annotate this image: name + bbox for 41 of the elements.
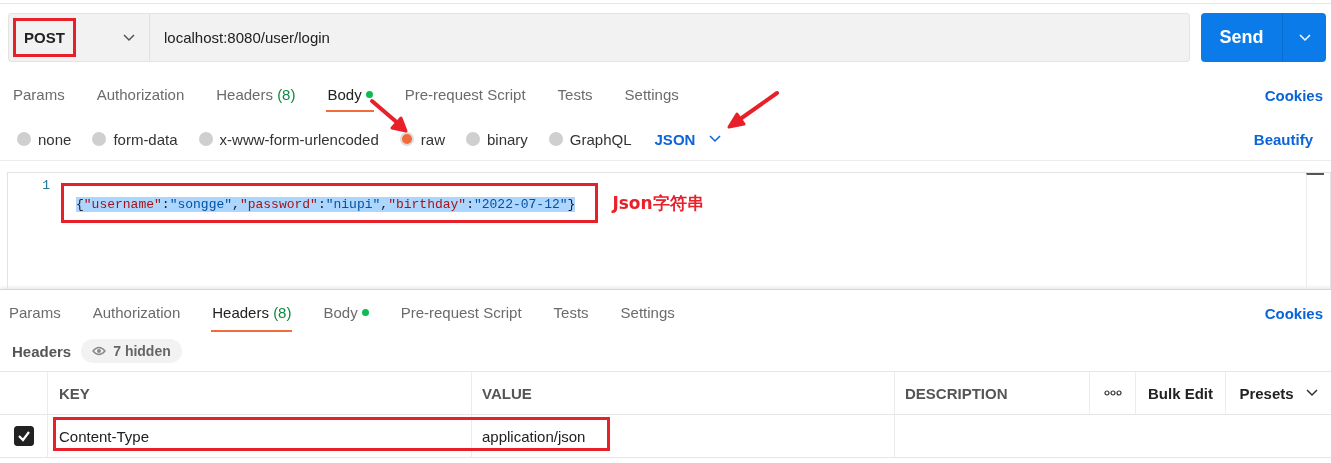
code-editor[interactable]: 1 {"username":"songge","password":"niupi","birthday":"2022-07-12"} Json字符串 bbox=[7, 172, 1331, 289]
presets-dropdown[interactable]: Presets bbox=[1239, 384, 1318, 402]
request-tab[interactable]: Body bbox=[326, 78, 374, 112]
method-dropdown[interactable]: POST bbox=[8, 13, 150, 62]
tab-count: (8) bbox=[277, 85, 296, 103]
headers-tab[interactable]: Authorization bbox=[91, 295, 182, 332]
headers-tab[interactable]: Body bbox=[322, 295, 370, 332]
request-tab[interactable]: Tests bbox=[556, 78, 594, 112]
column-header: KEY bbox=[48, 372, 472, 414]
headers-tab[interactable]: Headers (8) bbox=[211, 295, 293, 332]
request-tab[interactable]: Pre-request Script bbox=[403, 78, 527, 112]
request-tab[interactable]: Authorization bbox=[95, 78, 186, 112]
headers-tab[interactable]: Params bbox=[8, 295, 62, 332]
column-header: DESCRIPTION bbox=[895, 372, 1090, 414]
send-button[interactable]: Send bbox=[1201, 13, 1283, 62]
body-type-radio[interactable]: GraphQL bbox=[548, 130, 632, 148]
body-type-radio[interactable]: binary bbox=[465, 130, 528, 148]
bulk-edit-button[interactable]: Bulk Edit bbox=[1148, 384, 1213, 402]
request-tab[interactable]: Params bbox=[12, 78, 66, 112]
headers-tab[interactable]: Settings bbox=[619, 295, 676, 332]
body-type-radio[interactable]: form-data bbox=[92, 130, 178, 148]
format-dropdown[interactable]: JSON bbox=[654, 130, 722, 148]
cookies-link[interactable]: Cookies bbox=[1264, 78, 1323, 112]
value-cell[interactable]: application/json bbox=[472, 415, 895, 457]
beautify-link[interactable]: Beautify bbox=[1253, 130, 1313, 148]
request-tab[interactable]: Headers (8) bbox=[215, 78, 297, 112]
url-field[interactable]: localhost:8080/user/login bbox=[150, 13, 1190, 62]
headers-tab[interactable]: Tests bbox=[552, 295, 590, 332]
headers-tab[interactable]: Pre-request Script bbox=[399, 295, 523, 332]
body-type-radio[interactable]: x-www-form-urlencoded bbox=[198, 130, 379, 148]
cookies-link[interactable]: Cookies bbox=[1264, 295, 1323, 332]
hidden-headers-toggle[interactable]: 7 hidden bbox=[81, 339, 182, 363]
line-number: 1 bbox=[41, 177, 50, 193]
annotation-note: Json字符串 bbox=[612, 191, 704, 215]
method-label: POST bbox=[13, 18, 76, 57]
column-header: VALUE bbox=[472, 372, 895, 414]
tab-count: (8) bbox=[273, 304, 292, 321]
body-type-radio[interactable]: none bbox=[17, 130, 72, 148]
request-tab[interactable]: Settings bbox=[623, 78, 680, 112]
headers-label: Headers bbox=[12, 342, 72, 360]
key-cell[interactable]: Content-Type bbox=[48, 415, 472, 457]
